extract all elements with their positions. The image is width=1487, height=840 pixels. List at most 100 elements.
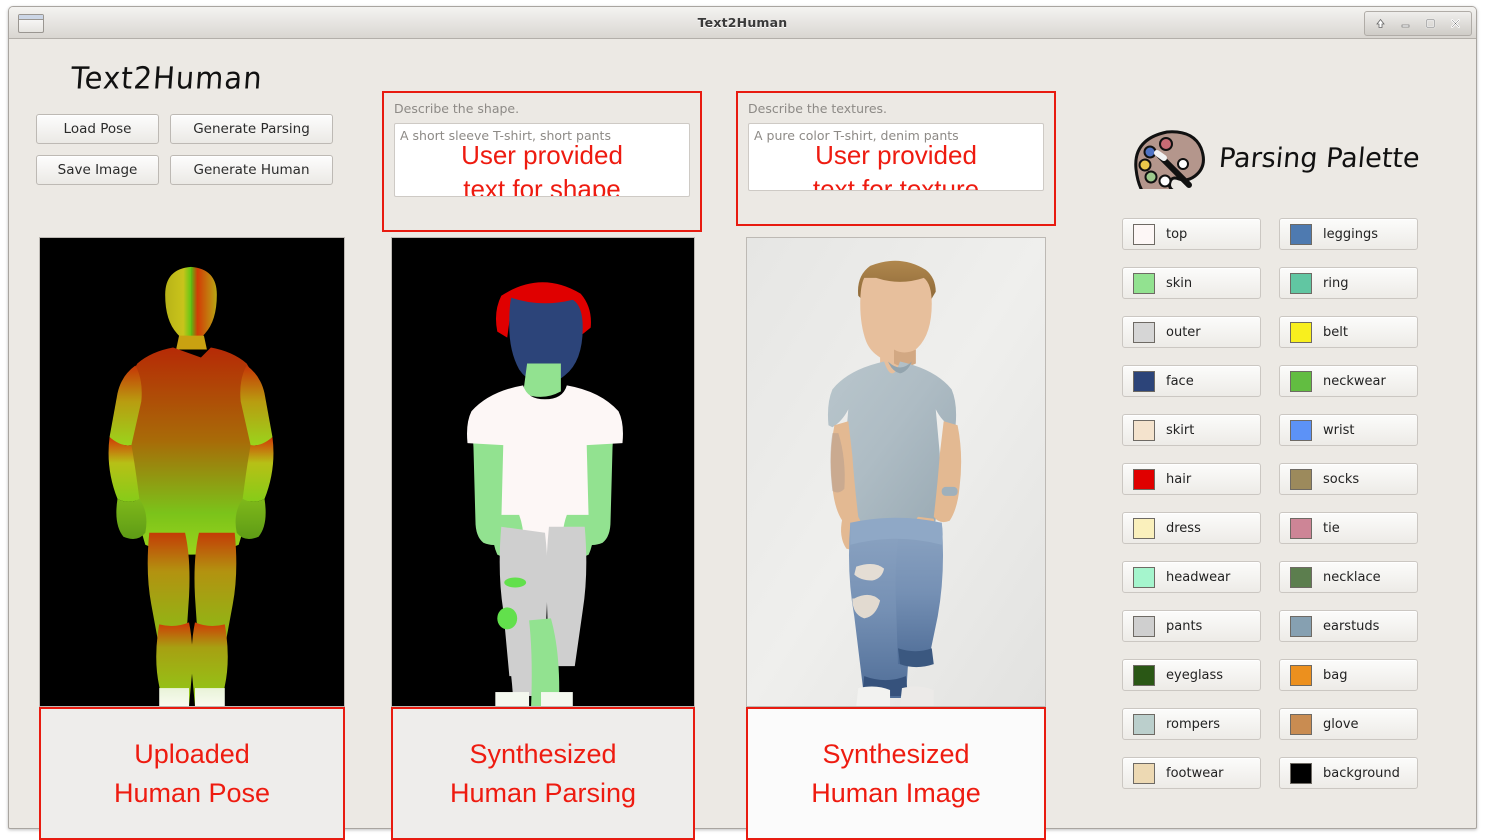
swatch-label-leggings: leggings — [1323, 226, 1378, 242]
shape-input-placeholder: A short sleeve T-shirt, short pants — [400, 128, 611, 143]
swatch-label-rompers: rompers — [1166, 716, 1221, 732]
control-button-group: Load Pose Generate Parsing Save Image Ge… — [36, 114, 333, 185]
shape-prompt-label: Describe the shape. — [394, 101, 520, 116]
parsing-caption-box: Synthesized Human Parsing — [391, 707, 695, 840]
swatch-tie[interactable]: tie — [1279, 512, 1418, 544]
swatch-wrist[interactable]: wrist — [1279, 414, 1418, 446]
swatch-footwear[interactable]: footwear — [1122, 757, 1261, 789]
swatch-label-skirt: skirt — [1166, 422, 1195, 438]
swatch-color-background — [1290, 762, 1312, 784]
swatch-skin[interactable]: skin — [1122, 267, 1261, 299]
texture-text-input[interactable]: A pure color T-shirt, denim pants User p… — [748, 123, 1044, 191]
swatch-label-face: face — [1166, 373, 1194, 389]
swatch-label-earstuds: earstuds — [1323, 618, 1380, 634]
generate-parsing-button[interactable]: Generate Parsing — [170, 114, 333, 144]
title-bar: Text2Human — [9, 7, 1476, 39]
swatch-color-socks — [1290, 468, 1312, 490]
shape-annotation-line2: text for shape — [463, 174, 621, 197]
swatch-color-wrist — [1290, 419, 1312, 441]
image-caption-line2: Human Image — [811, 777, 981, 808]
minimize-button[interactable] — [1393, 14, 1418, 33]
pose-image-panel[interactable] — [39, 237, 345, 707]
densepose-figure — [40, 238, 344, 706]
main-content: Text2Human Load Pose Generate Parsing Sa… — [9, 39, 1476, 840]
swatch-color-neckwear — [1290, 370, 1312, 392]
human-parsing-map — [392, 238, 694, 706]
swatch-label-hair: hair — [1166, 471, 1192, 487]
maximize-button[interactable] — [1418, 14, 1443, 33]
texture-prompt-label: Describe the textures. — [748, 101, 888, 116]
synth-image-panel[interactable] — [746, 237, 1046, 707]
swatch-color-dress — [1133, 517, 1155, 539]
shape-text-input[interactable]: A short sleeve T-shirt, short pants User… — [394, 123, 690, 197]
swatch-eyeglass[interactable]: eyeglass — [1122, 659, 1261, 691]
image-caption-line1: Synthesized — [822, 739, 970, 770]
texture-annotation: User provided text for texture — [749, 138, 1043, 191]
swatch-color-skirt — [1133, 419, 1155, 441]
swatch-label-neckwear: neckwear — [1323, 373, 1386, 389]
texture-annotation-line2: text for texture — [812, 174, 980, 191]
swatch-label-top: top — [1166, 226, 1188, 242]
swatch-color-headwear — [1133, 566, 1155, 588]
texture-prompt-group: Describe the textures. A pure color T-sh… — [736, 91, 1056, 226]
swatch-color-top — [1133, 223, 1155, 245]
save-image-button[interactable]: Save Image — [36, 155, 159, 185]
app-brand-title: Text2Human — [69, 60, 264, 96]
swatch-ring[interactable]: ring — [1279, 267, 1418, 299]
parsing-image-panel[interactable] — [391, 237, 695, 707]
window-controls — [1364, 11, 1472, 36]
shape-annotation-line1: User provided — [461, 140, 623, 170]
swatch-rompers[interactable]: rompers — [1122, 708, 1261, 740]
swatch-glove[interactable]: glove — [1279, 708, 1418, 740]
swatch-pants[interactable]: pants — [1122, 610, 1261, 642]
swatch-label-pants: pants — [1166, 618, 1203, 634]
swatch-headwear[interactable]: headwear — [1122, 561, 1261, 593]
swatch-color-ring — [1290, 272, 1312, 294]
parsing-caption-line2: Human Parsing — [449, 777, 637, 808]
swatch-necklace[interactable]: necklace — [1279, 561, 1418, 593]
window-title: Text2Human — [697, 15, 788, 30]
swatch-neckwear[interactable]: neckwear — [1279, 365, 1418, 397]
swatch-outer[interactable]: outer — [1122, 316, 1261, 348]
swatch-label-glove: glove — [1323, 716, 1359, 732]
close-button[interactable] — [1443, 14, 1468, 33]
swatch-label-eyeglass: eyeglass — [1166, 667, 1224, 683]
swatch-label-outer: outer — [1166, 324, 1201, 340]
swatch-color-pants — [1133, 615, 1155, 637]
swatch-belt[interactable]: belt — [1279, 316, 1418, 348]
swatch-label-socks: socks — [1323, 471, 1360, 487]
swatch-top[interactable]: top — [1122, 218, 1261, 250]
swatch-earstuds[interactable]: earstuds — [1279, 610, 1418, 642]
swatch-face[interactable]: face — [1122, 365, 1261, 397]
swatch-color-footwear — [1133, 762, 1155, 784]
pose-caption-box: Uploaded Human Pose — [39, 707, 345, 840]
generate-human-button[interactable]: Generate Human — [170, 155, 333, 185]
pose-caption-line1: Uploaded — [134, 739, 250, 770]
swatch-label-belt: belt — [1323, 324, 1348, 340]
swatch-dress[interactable]: dress — [1122, 512, 1261, 544]
load-pose-button[interactable]: Load Pose — [36, 114, 159, 144]
rollup-button[interactable] — [1368, 14, 1393, 33]
swatch-color-leggings — [1290, 223, 1312, 245]
texture-input-placeholder: A pure color T-shirt, denim pants — [754, 128, 959, 143]
swatch-label-necklace: necklace — [1323, 569, 1381, 585]
swatch-hair[interactable]: hair — [1122, 463, 1261, 495]
palette-header: Parsing Palette — [1131, 127, 1421, 189]
swatch-color-skin — [1133, 272, 1155, 294]
swatch-label-bag: bag — [1323, 667, 1348, 683]
swatch-color-outer — [1133, 321, 1155, 343]
swatch-color-rompers — [1133, 713, 1155, 735]
application-window: Text2Human Text2Human Load Pose Generate… — [8, 6, 1477, 840]
swatch-background[interactable]: background — [1279, 757, 1418, 789]
swatch-label-headwear: headwear — [1166, 569, 1231, 585]
swatch-bag[interactable]: bag — [1279, 659, 1418, 691]
swatch-color-tie — [1290, 517, 1312, 539]
swatch-label-skin: skin — [1166, 275, 1193, 291]
swatch-color-necklace — [1290, 566, 1312, 588]
swatch-color-eyeglass — [1133, 664, 1155, 686]
swatch-socks[interactable]: socks — [1279, 463, 1418, 495]
texture-annotation-line1: User provided — [815, 140, 977, 170]
swatch-leggings[interactable]: leggings — [1279, 218, 1418, 250]
parsing-caption-line1: Synthesized — [469, 739, 617, 770]
swatch-skirt[interactable]: skirt — [1122, 414, 1261, 446]
